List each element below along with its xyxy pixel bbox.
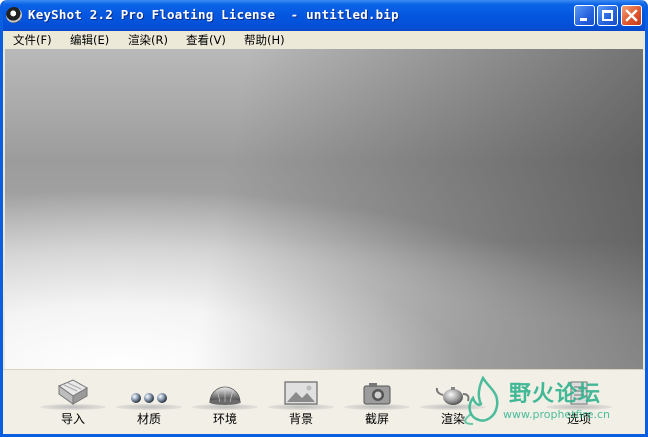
render-viewport[interactable] xyxy=(5,49,643,369)
environment-label: 环境 xyxy=(212,412,237,426)
close-button[interactable] xyxy=(621,5,642,26)
maximize-button[interactable] xyxy=(597,5,618,26)
keyshot-app-icon[interactable] xyxy=(6,7,22,23)
import-icon xyxy=(57,379,89,405)
import-label: 导入 xyxy=(60,412,85,426)
background-icon xyxy=(284,381,318,405)
import-button[interactable]: 导入 xyxy=(38,374,108,432)
bottom-toolbar: 导入 材质 环境 背景 截屏 渲染 选项 xyxy=(3,369,645,434)
menu-help[interactable]: 帮助(H) xyxy=(244,32,285,48)
camera-icon xyxy=(363,383,391,405)
materials-label: 材质 xyxy=(136,412,161,426)
close-icon xyxy=(625,9,638,22)
materials-icon xyxy=(131,393,167,403)
materials-button[interactable]: 材质 xyxy=(114,374,184,432)
menu-view[interactable]: 查看(V) xyxy=(186,32,226,48)
screenshot-button[interactable]: 截屏 xyxy=(342,374,412,432)
minimize-button[interactable] xyxy=(574,5,595,26)
menu-edit[interactable]: 编辑(E) xyxy=(70,32,109,48)
background-button[interactable]: 背景 xyxy=(266,374,336,432)
maximize-icon xyxy=(602,10,613,21)
menu-bar: 文件(F) 编辑(E) 渲染(R) 查看(V) 帮助(H) xyxy=(3,31,645,48)
options-button[interactable]: 选项 xyxy=(544,374,614,432)
menu-render[interactable]: 渲染(R) xyxy=(128,32,168,48)
screenshot-label: 截屏 xyxy=(364,412,389,426)
menu-file[interactable]: 文件(F) xyxy=(13,32,52,48)
options-icon xyxy=(570,381,588,405)
options-label: 选项 xyxy=(566,412,591,426)
title-bar[interactable]: KeyShot 2.2 Pro Floating License - untit… xyxy=(3,0,645,31)
window-title: KeyShot 2.2 Pro Floating License - untit… xyxy=(28,7,399,22)
render-button[interactable]: 渲染 xyxy=(418,374,488,432)
environment-button[interactable]: 环境 xyxy=(190,374,260,432)
environment-icon xyxy=(209,386,241,405)
keyshot-window: KeyShot 2.2 Pro Floating License - untit… xyxy=(0,0,648,437)
render-label: 渲染 xyxy=(440,412,465,426)
background-label: 背景 xyxy=(288,412,313,426)
teapot-icon xyxy=(435,387,470,405)
minimize-icon xyxy=(580,18,587,21)
